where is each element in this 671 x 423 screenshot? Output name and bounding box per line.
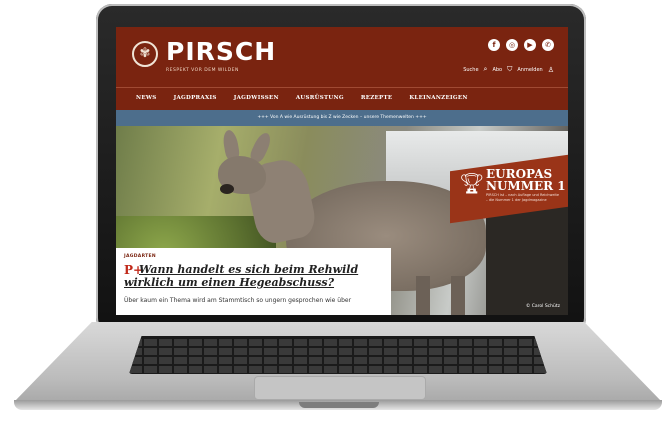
laptop-screen: ✾ PIRSCH RESPEKT VOR DEM WILDEN f ◎ ▶ ✆ …	[116, 27, 568, 315]
keyboard	[129, 336, 547, 374]
search-link[interactable]: Suche	[463, 67, 478, 73]
key-row	[129, 348, 547, 355]
facebook-icon[interactable]: f	[488, 39, 500, 51]
article-headline[interactable]: Wann handelt es sich beim Rehwild wirkli…	[124, 263, 389, 289]
nav-item-news[interactable]: NEWS	[136, 95, 157, 101]
nav-item-ausruestung[interactable]: AUSRÜSTUNG	[296, 95, 344, 101]
instagram-icon[interactable]: ◎	[506, 39, 518, 51]
deer-leg	[416, 276, 430, 315]
nav-item-kleinanzeigen[interactable]: KLEINANZEIGEN	[409, 95, 467, 101]
site-header: ✾ PIRSCH RESPEKT VOR DEM WILDEN f ◎ ▶ ✆ …	[116, 27, 568, 87]
article-teaser[interactable]: JAGDARTEN P+ Wann handelt es sich beim R…	[116, 248, 391, 315]
bag-icon[interactable]: ⛉	[507, 65, 512, 74]
nav-item-jagdwissen[interactable]: JAGDWISSEN	[234, 95, 279, 101]
shed-background	[486, 206, 568, 315]
search-icon[interactable]: ⌕	[484, 65, 488, 74]
laptop-base	[14, 322, 662, 410]
badge-title: EUROPAS NUMMER 1	[486, 168, 566, 192]
social-links: f ◎ ▶ ✆	[488, 39, 554, 51]
key-row	[129, 339, 547, 346]
badge-title-line2: NUMMER 1	[486, 179, 566, 193]
abo-link[interactable]: Abo	[492, 67, 502, 73]
deer-leg	[451, 276, 465, 315]
article-kicker[interactable]: JAGDARTEN	[124, 254, 156, 259]
nav-item-rezepte[interactable]: REZEPTE	[361, 95, 393, 101]
trophy-icon: 🏆︎	[459, 171, 485, 195]
trackpad	[254, 376, 426, 400]
photo-credit: © Carol Schütz	[525, 304, 560, 309]
main-nav: NEWS JAGDPRAXIS JAGDWISSEN AUSRÜSTUNG RE…	[116, 87, 568, 110]
europas-nummer1-badge[interactable]: 🏆︎ EUROPAS NUMMER 1 PIRSCH ist – nach Au…	[450, 160, 568, 212]
nav-item-jagdpraxis[interactable]: JAGDPRAXIS	[174, 95, 217, 101]
site-tagline: RESPEKT VOR DEM WILDEN	[166, 68, 239, 73]
topics-banner[interactable]: +++ Von A wie Ausrüstung bis Z wie Zecke…	[116, 110, 568, 126]
youtube-icon[interactable]: ▶	[524, 39, 536, 51]
article-headline-text[interactable]: Wann handelt es sich beim Rehwild wirkli…	[124, 263, 358, 289]
site-logo[interactable]: PIRSCH	[166, 37, 276, 66]
badge-subtext: PIRSCH ist – nach Auflage und Reichweite…	[486, 193, 560, 202]
whatsapp-icon[interactable]: ✆	[542, 39, 554, 51]
hero-image[interactable]: 🏆︎ EUROPAS NUMMER 1 PIRSCH ist – nach Au…	[116, 126, 568, 315]
login-link[interactable]: Anmelden	[517, 67, 542, 73]
key-row	[129, 366, 547, 373]
user-icon[interactable]: ♙	[548, 66, 554, 74]
article-excerpt: Über kaum ein Thema wird am Stammtisch s…	[124, 297, 352, 304]
utility-links: Suche ⌕ Abo ⛉ Anmelden ♙	[463, 65, 554, 74]
key-row	[129, 357, 547, 364]
laptop-notch	[299, 402, 379, 408]
deer-logo-icon[interactable]: ✾	[132, 41, 158, 67]
deer-nose	[220, 184, 234, 194]
